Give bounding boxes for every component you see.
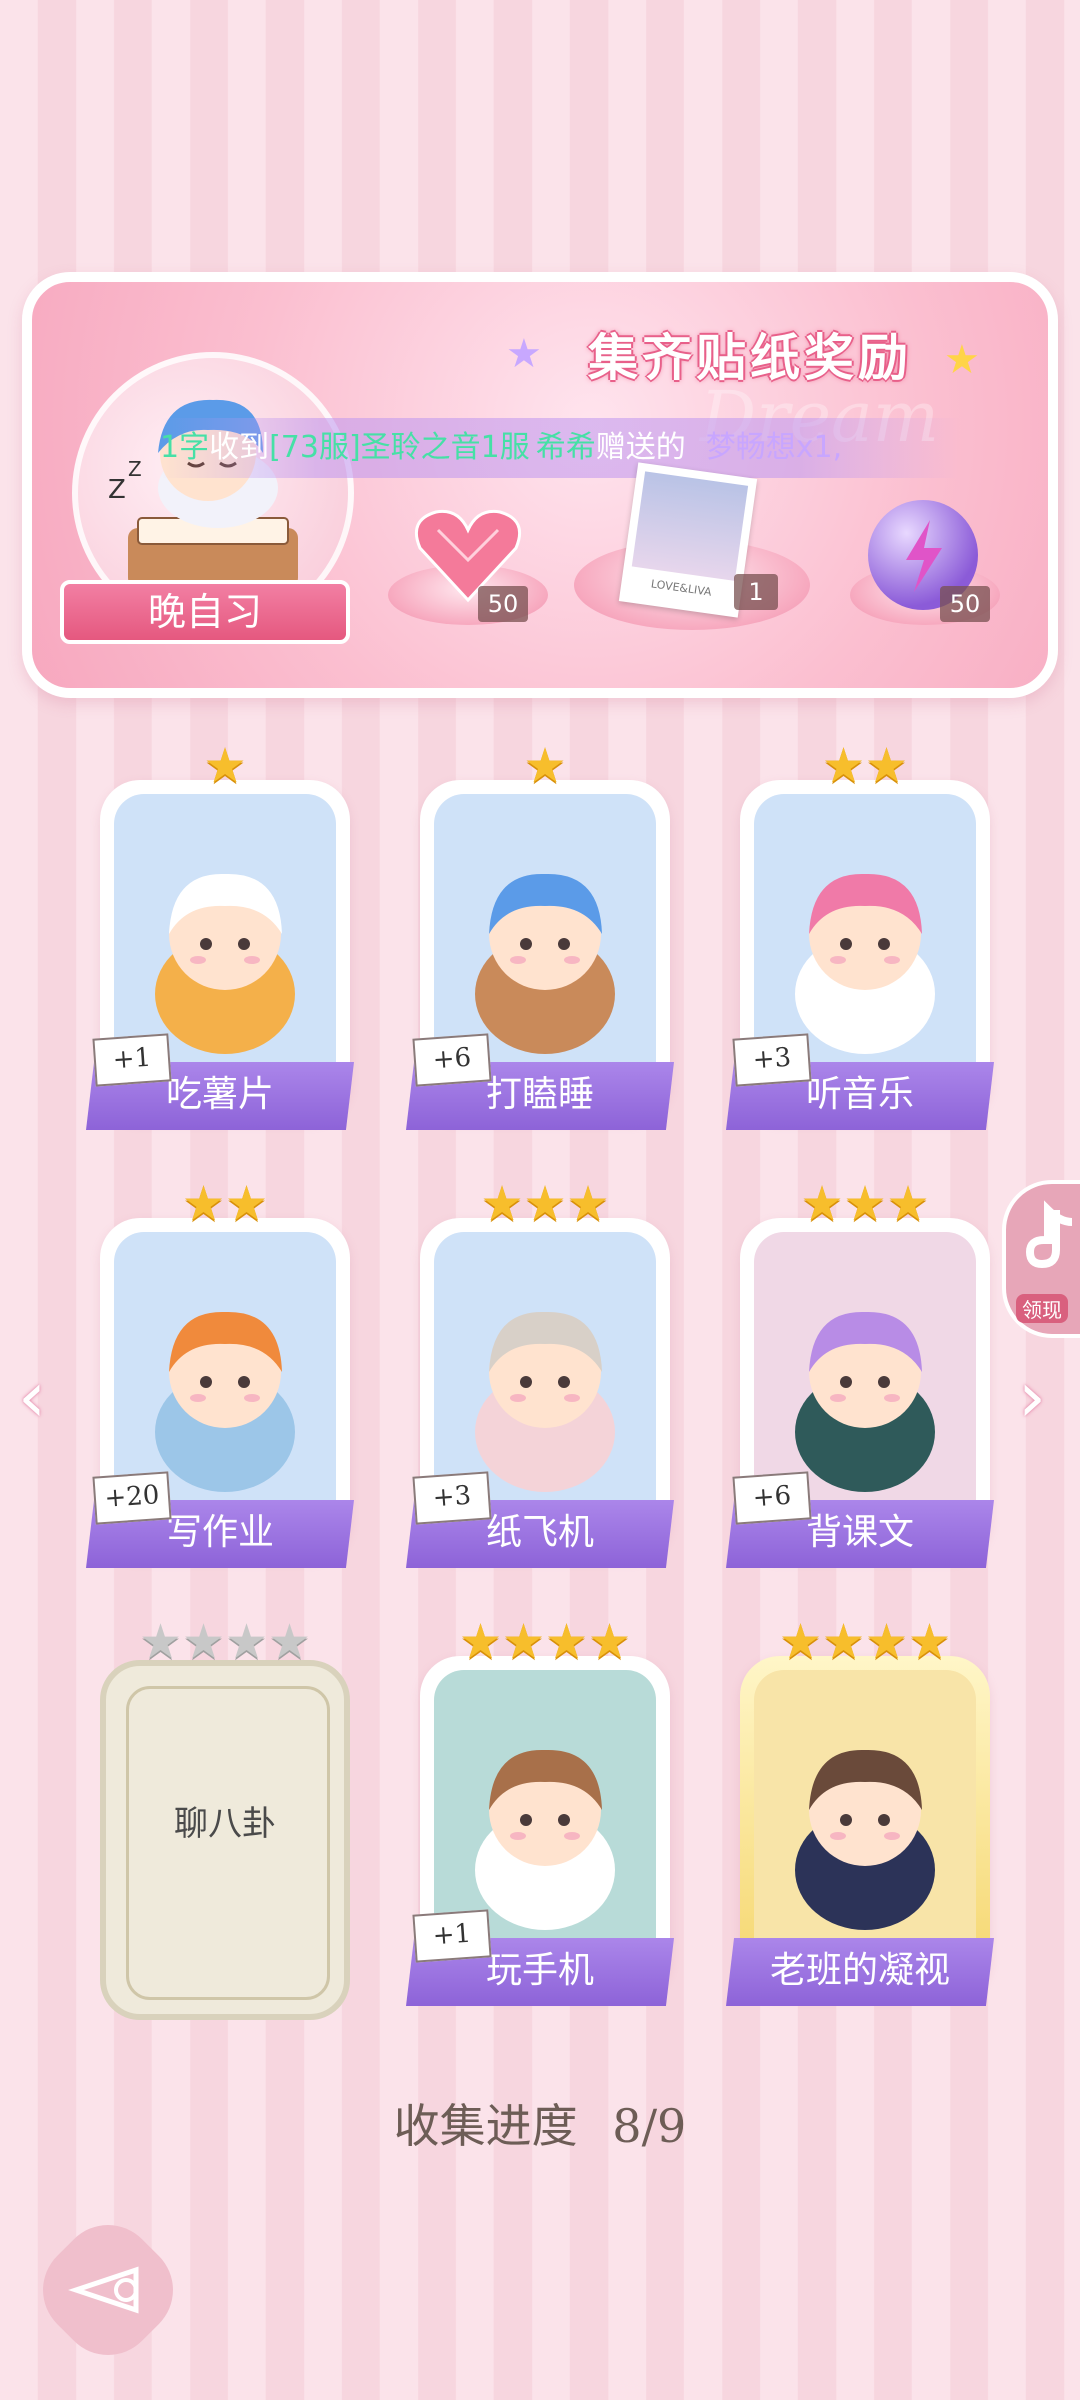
sticker-stars: ★★ [740,738,990,794]
ticker-received: 收到 [209,430,270,465]
ticker-gift-text: 赠送的 [595,430,686,465]
star-icon: ★ [800,1176,844,1232]
ticker-gifter: 希希 [535,430,596,465]
star-icon: ★ [865,738,909,794]
ticker-sender: 1字 [160,430,210,465]
side-widget-label: 领现 [1016,1294,1068,1323]
sticker-stars: ★ [100,738,350,794]
teacher-glasses-icon [795,1749,935,1930]
prev-page-arrow-icon[interactable]: ‹ [18,1356,46,1438]
star-icon: ★ [821,1614,865,1670]
back-arrow-icon [48,2230,168,2350]
sticker-count-badge: +6 [732,1471,812,1525]
sticker-stars: ★★★ [740,1176,990,1232]
star-icon: ★ [908,1614,952,1670]
star-icon: ★ [886,1176,930,1232]
sticker-count-badge: +1 [412,1909,492,1963]
sticker-art [754,1670,976,1982]
star-icon: ★ [203,738,247,794]
star-icon: ★ [566,1176,610,1232]
sticker-name: 聊八卦 [174,1804,276,1844]
sticker-stars: ★ [420,738,670,794]
ticker-server: [73服]圣聆之音1服 [269,430,530,465]
sticker-count-badge: +6 [412,1033,492,1087]
progress-label: 收集进度 [393,2099,578,2153]
reward-count: 50 [478,586,528,622]
star-icon: ★ [480,1176,524,1232]
star-icon: ★ [944,337,980,383]
gift-ticker: 1字收到[73服]圣聆之音1服 希希赠送的 梦畅想x1, [160,418,960,478]
sticker-count-badge: +3 [412,1471,492,1525]
star-icon: ★ [821,738,865,794]
svg-text:Z: Z [108,475,126,505]
sticker-stars: ★★★★ [420,1614,670,1670]
star-icon: ★ [268,1614,312,1670]
next-page-arrow-icon[interactable]: › [1018,1356,1046,1438]
side-widget[interactable]: 领现 [1002,1180,1080,1338]
star-icon: ★ [225,1614,269,1670]
sticker-card-locked[interactable]: 聊八卦 [100,1660,350,2020]
avatar-label: 晚自习 [60,580,350,644]
star-icon: ★ [523,738,567,794]
sticker-stars: ★★ [100,1176,350,1232]
sticker-count-badge: +3 [732,1033,812,1087]
star-icon: ★ [545,1614,589,1670]
reward-count: 1 [734,574,778,610]
star-icon: ★ [588,1614,632,1670]
star-icon: ★ [138,1614,182,1670]
progress-value: 8/9 [612,2099,687,2153]
star-icon: ★ [506,331,542,377]
music-note-icon [1025,1200,1073,1269]
svg-text:Z: Z [128,457,142,481]
star-icon: ★ [181,1176,225,1232]
star-icon: ★ [181,1614,225,1670]
star-icon: ★ [225,1176,269,1232]
reward-count: 50 [940,586,990,622]
sticker-count-badge: +20 [92,1471,172,1525]
sticker-count-badge: +1 [92,1033,172,1087]
star-icon: ★ [523,1176,567,1232]
sticker-name-ribbon: 老班的凝视 [726,1938,994,2006]
star-icon: ★ [865,1614,909,1670]
sticker-stars: ★★★ [420,1176,670,1232]
ticker-item: 梦畅想x1, [705,430,843,465]
star-icon: ★ [458,1614,502,1670]
collection-progress: 收集进度 8/9 [0,2090,1080,2156]
star-icon: ★ [843,1176,887,1232]
sticker-stars: ★★★★ [740,1614,990,1670]
star-icon: ★ [778,1614,822,1670]
star-icon: ★ [501,1614,545,1670]
sticker-stars: ★★★★ [100,1614,350,1670]
